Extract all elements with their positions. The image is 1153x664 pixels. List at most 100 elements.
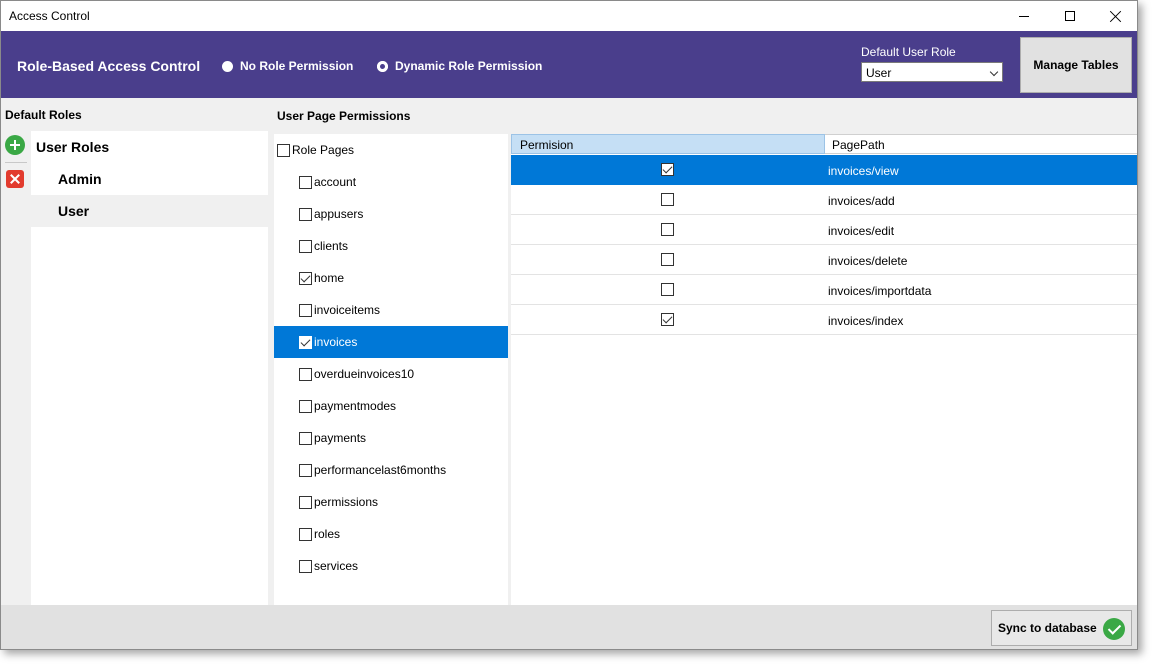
toolbar-divider (5, 162, 27, 163)
role-item-user[interactable]: User (31, 195, 268, 227)
page-path-cell: invoices/view (828, 164, 899, 178)
table-row[interactable]: invoices/add (511, 185, 1137, 215)
checkbox-icon[interactable] (277, 143, 290, 157)
role-toolbar (5, 135, 27, 188)
page-item-label: invoiceitems (314, 303, 381, 317)
grid-header: Permision PagePath (511, 134, 1137, 154)
page-path-cell: invoices/importdata (828, 284, 932, 298)
maximize-button[interactable] (1047, 1, 1093, 31)
maximize-icon (1065, 11, 1075, 21)
page-item[interactable]: services (274, 550, 508, 582)
page-item-label: invoices (314, 335, 358, 349)
page-item[interactable]: invoiceitems (274, 294, 508, 326)
page-item[interactable]: permissions (274, 486, 508, 518)
column-header-pagepath[interactable]: PagePath (825, 134, 1137, 154)
page-item[interactable]: overdueinvoices10 (274, 358, 508, 390)
page-item[interactable]: invoices (274, 326, 508, 358)
page-item-label: services (314, 559, 359, 573)
page-path-cell: invoices/edit (828, 224, 895, 238)
default-roles-label: Default Roles (5, 108, 82, 122)
check-circle-icon (1103, 618, 1125, 640)
checkbox-checked-icon[interactable] (661, 163, 674, 176)
page-path-cell: invoices/add (828, 194, 895, 208)
role-pages-root-label: Role Pages (292, 143, 355, 157)
tree-root-user-roles[interactable]: User Roles (36, 139, 109, 155)
chevron-down-icon (989, 67, 999, 77)
checkbox-icon[interactable] (299, 207, 312, 221)
page-item-label: roles (314, 527, 341, 541)
role-pages-root[interactable]: Role Pages (277, 143, 354, 157)
roles-tree: User Roles Admin User (31, 131, 268, 605)
column-header-permission[interactable]: Permision (511, 134, 825, 154)
role-pages-list: Role Pages account appusers clients home inv… (274, 134, 508, 605)
page-item-label: permissions (314, 495, 379, 509)
radio-circle-icon (222, 60, 233, 72)
page-item[interactable]: home (274, 262, 508, 294)
radio-label: Dynamic Role Permission (395, 59, 543, 73)
page-item[interactable]: clients (274, 230, 508, 262)
default-user-role-label: Default User Role (861, 45, 956, 59)
page-item[interactable]: paymentmodes (274, 390, 508, 422)
page-item-label: performancelast6months (314, 463, 447, 477)
user-page-permissions-label: User Page Permissions (277, 109, 411, 123)
checkbox-icon[interactable] (299, 431, 312, 445)
default-user-role-select[interactable]: User (861, 62, 1003, 82)
checkbox-icon[interactable] (661, 193, 674, 206)
table-row[interactable]: invoices/edit (511, 215, 1137, 245)
checkbox-checked-icon[interactable] (299, 335, 312, 349)
checkbox-icon[interactable] (661, 283, 674, 296)
close-button[interactable] (1093, 1, 1137, 31)
window-title: Access Control (9, 9, 90, 23)
checkbox-icon[interactable] (299, 239, 312, 253)
page-path-cell: invoices/delete (828, 254, 908, 268)
page-item[interactable]: roles (274, 518, 508, 550)
checkbox-checked-icon[interactable] (661, 313, 674, 326)
sync-to-database-button[interactable]: Sync to database (991, 610, 1132, 646)
page-item-label: paymentmodes (314, 399, 397, 413)
page-path-cell: invoices/index (828, 314, 904, 328)
page-item[interactable]: payments (274, 422, 508, 454)
table-row[interactable]: invoices/importdata (511, 275, 1137, 305)
title-bar: Access Control (1, 1, 1137, 31)
minimize-icon (1019, 15, 1029, 17)
checkbox-icon[interactable] (299, 463, 312, 477)
radio-no-role-permission[interactable]: No Role Permission (222, 59, 353, 73)
page-item-label: appusers (314, 207, 364, 221)
radio-selected-icon (377, 60, 388, 72)
page-item[interactable]: performancelast6months (274, 454, 508, 486)
page-item-label: account (314, 175, 357, 189)
table-row[interactable]: invoices/index (511, 305, 1137, 335)
minimize-button[interactable] (1001, 1, 1047, 31)
checkbox-icon[interactable] (299, 495, 312, 509)
access-control-window: Access Control Role-Based Access Control… (0, 0, 1138, 650)
checkbox-icon[interactable] (299, 527, 312, 541)
add-role-icon[interactable] (5, 135, 25, 155)
checkbox-icon[interactable] (299, 303, 312, 317)
header-band: Role-Based Access Control No Role Permis… (1, 31, 1137, 98)
radio-dynamic-role-permission[interactable]: Dynamic Role Permission (377, 59, 542, 73)
radio-label: No Role Permission (240, 59, 354, 73)
table-row[interactable]: invoices/delete (511, 245, 1137, 275)
page-item-label: home (314, 271, 345, 285)
page-item[interactable]: account (274, 166, 508, 198)
role-item-admin[interactable]: Admin (31, 163, 268, 195)
checkbox-icon[interactable] (661, 253, 674, 266)
page-item-label: clients (314, 239, 349, 253)
manage-tables-button[interactable]: Manage Tables (1020, 37, 1132, 93)
table-row[interactable]: invoices/view (511, 155, 1137, 185)
page-item-label: overdueinvoices10 (314, 367, 415, 381)
page-item[interactable]: appusers (274, 198, 508, 230)
footer-bar: Sync to database (1, 605, 1137, 649)
page-item-label: payments (314, 431, 367, 445)
delete-role-icon[interactable] (6, 170, 24, 188)
page-title: Role-Based Access Control (17, 58, 201, 74)
close-icon (1110, 10, 1122, 22)
checkbox-icon[interactable] (299, 175, 312, 189)
checkbox-icon[interactable] (299, 367, 312, 381)
checkbox-icon[interactable] (661, 223, 674, 236)
checkbox-icon[interactable] (299, 399, 312, 413)
checkbox-icon[interactable] (299, 559, 312, 573)
permissions-grid: Permision PagePath invoices/view invoices… (511, 134, 1137, 605)
checkbox-checked-icon[interactable] (299, 271, 312, 285)
select-value: User (866, 66, 892, 80)
